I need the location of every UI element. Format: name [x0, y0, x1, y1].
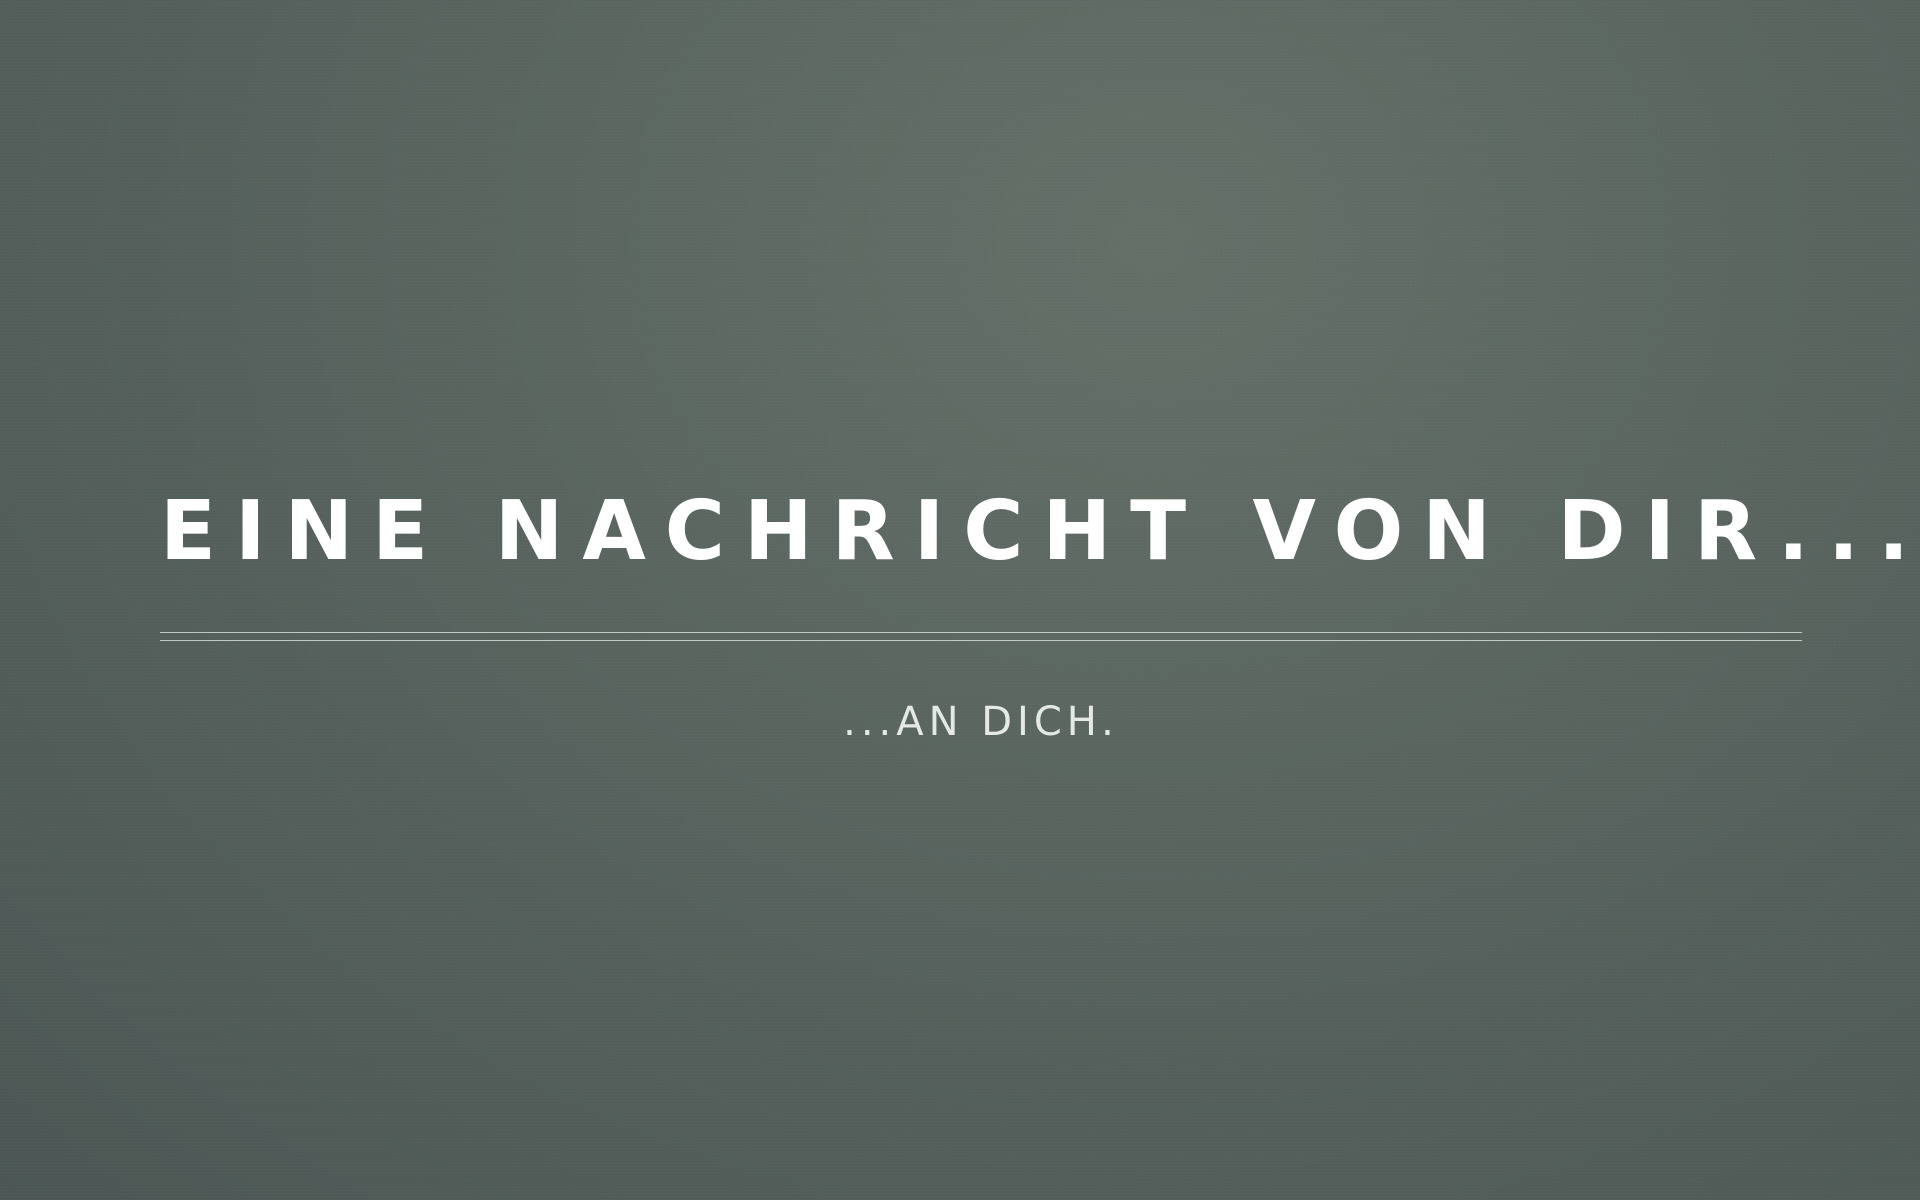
hero-section: EINE NACHRICHT VON DIR... ...AN DICH. [160, 482, 1920, 747]
page: { "hero": { "headline": "EINE NACHRICHT … [0, 0, 1920, 1200]
double-divider [160, 632, 1802, 641]
subline: ...AN DICH. [843, 699, 1119, 745]
headline: EINE NACHRICHT VON DIR... [160, 484, 1920, 579]
